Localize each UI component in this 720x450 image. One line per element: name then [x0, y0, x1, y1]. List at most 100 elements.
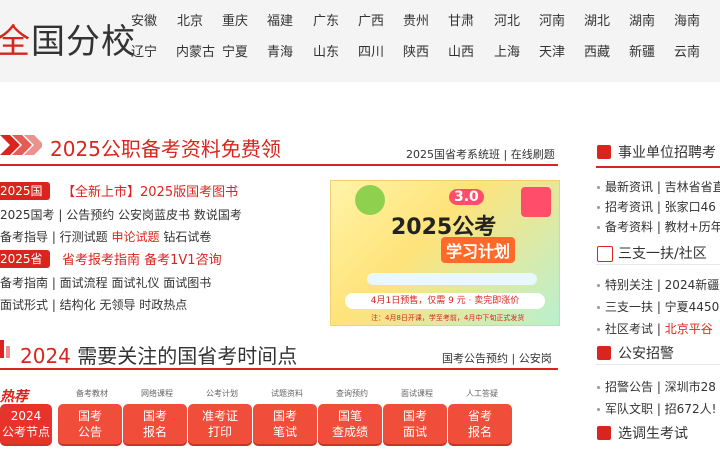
- section-marker-icon: [0, 340, 10, 358]
- bullet-icon: [597, 328, 600, 331]
- shengkao-headline[interactable]: 省考报考指南 备考1V1咨询: [62, 249, 222, 268]
- bullet-icon: [597, 284, 600, 287]
- right-head-community[interactable]: 三支一扶/社区: [618, 243, 707, 263]
- logo-text: 国分校: [31, 22, 136, 62]
- province-link[interactable]: 海南: [674, 10, 700, 29]
- province-link[interactable]: 湖北: [584, 10, 610, 29]
- right-head-graduate[interactable]: 选调生考试: [618, 423, 688, 443]
- guokao-line2-highlight[interactable]: 申论试题: [112, 230, 160, 244]
- hot-label: 热荐: [0, 389, 28, 405]
- guokao-line2-a: 备考指导 | 行测试题: [0, 230, 112, 244]
- right-row[interactable]: 最新资讯 | 吉林省省直: [597, 178, 720, 195]
- province-link[interactable]: 四川: [358, 41, 384, 60]
- banner-footnote: 注：4月8日开课，学至考前，4月中下旬正式发货: [371, 314, 525, 322]
- timeline-year: 2024: [20, 344, 71, 368]
- province-link[interactable]: 湖南: [629, 10, 655, 29]
- right-row[interactable]: 社区考试 | 北京平谷: [597, 320, 713, 337]
- shengkao-line1[interactable]: 备考指南 | 面试流程 面试礼仪 面试图书: [0, 274, 211, 291]
- banner-strip: [367, 273, 537, 285]
- section2-rule: [0, 368, 558, 370]
- hot-button-line1: 国考: [272, 409, 297, 423]
- province-link[interactable]: 辽宁: [131, 41, 157, 60]
- province-link[interactable]: 福建: [267, 10, 293, 29]
- province-link[interactable]: 宁夏: [222, 41, 248, 60]
- hot-button[interactable]: 省考 报名: [448, 404, 512, 444]
- province-link[interactable]: 陕西: [403, 41, 429, 60]
- section-arrows-icon: [0, 135, 42, 155]
- hot-button[interactable]: 国考 报名: [123, 404, 187, 444]
- hot-button[interactable]: 国笔 查成绩: [318, 404, 382, 444]
- right-row[interactable]: 军队文职 | 招672人!: [597, 400, 716, 417]
- province-link[interactable]: 河北: [494, 10, 520, 29]
- province-link[interactable]: 云南: [674, 41, 700, 60]
- section2-links[interactable]: 国考公告预约 | 公安岗: [442, 350, 552, 366]
- province-link[interactable]: 贵州: [403, 10, 429, 29]
- hot-button[interactable]: 国考 公告: [58, 404, 122, 444]
- section-title-timeline[interactable]: 2024 需要关注的国省考时间点: [20, 340, 297, 369]
- robot-icon: [355, 185, 385, 215]
- province-link[interactable]: 西藏: [584, 41, 610, 60]
- right-head-institution[interactable]: 事业单位招聘考: [618, 142, 716, 162]
- hot-button[interactable]: 国考 笔试: [253, 404, 317, 444]
- bullet-icon: [597, 386, 600, 389]
- right-head-police[interactable]: 公安招警: [618, 343, 674, 363]
- right-row[interactable]: 特别关注 | 2024新疆: [597, 276, 719, 293]
- province-link[interactable]: 河南: [539, 10, 565, 29]
- graduate-icon: [597, 426, 611, 440]
- province-link[interactable]: 广东: [313, 10, 339, 29]
- bullet-icon: [597, 226, 600, 229]
- province-link[interactable]: 上海: [494, 41, 520, 60]
- hot-button-line1: 国考: [402, 409, 427, 423]
- hot-caption: 公考计划: [206, 389, 238, 398]
- province-link[interactable]: 天津: [539, 41, 565, 60]
- guokao-headline[interactable]: 【全新上市】2025版国考图书: [62, 181, 238, 200]
- hot-button[interactable]: 准考证 打印: [188, 404, 252, 444]
- banner-pill: 4月1日预售，仅需 9 元 · 卖完即涨价: [345, 293, 545, 309]
- card-icon: [521, 187, 551, 217]
- section1-links[interactable]: 2025国省考系统班 | 在线刷题: [406, 146, 555, 162]
- hot-button[interactable]: 2024 公考节点: [0, 404, 52, 444]
- top-region-bar: 全国分校 安徽 北京 重庆 福建 广东 广西 贵州 甘肃 河北 河南 湖北 湖南 海南辽宁 内蒙古 宁夏 青海…: [0, 0, 720, 82]
- right-row[interactable]: 招警公告 | 深圳市28: [597, 378, 716, 395]
- right-row[interactable]: 招考资讯 | 张家口46: [597, 198, 716, 215]
- hot-button-line2: 查成绩: [331, 425, 368, 439]
- tag-guokao[interactable]: 2025国考: [0, 182, 50, 216]
- right-row-text: 招考资讯 | 张家口46: [605, 200, 716, 214]
- hot-caption: 面试课程: [401, 389, 433, 398]
- bullet-icon: [597, 408, 600, 411]
- guokao-line2[interactable]: 备考指导 | 行测试题 申论试题 钻石试卷: [0, 228, 211, 245]
- logo-red-char: 全: [0, 22, 31, 62]
- right-row-text: 军队文职 | 招672人!: [605, 402, 717, 416]
- province-link[interactable]: 安徽: [131, 10, 157, 29]
- hot-button-line1: 2024: [10, 409, 42, 423]
- community-icon: [597, 246, 613, 262]
- hot-caption: 查询预约: [336, 389, 368, 398]
- province-link[interactable]: 新疆: [629, 41, 655, 60]
- province-link[interactable]: 广西: [358, 10, 384, 29]
- shengkao-line2[interactable]: 面试形式 | 结构化 无领导 时政热点: [0, 296, 187, 313]
- province-link[interactable]: 内蒙古: [176, 41, 215, 60]
- right-row-text: 三支一扶 | 宁夏4450: [605, 300, 720, 314]
- study-plan-banner[interactable]: 3.0 2025公考 学习计划 4月1日预售，仅需 9 元 · 卖完即涨价 注：…: [330, 180, 560, 326]
- province-link[interactable]: 北京: [177, 10, 203, 29]
- hot-button-line2: 面试: [402, 425, 427, 439]
- site-logo[interactable]: 全国分校: [0, 14, 136, 63]
- province-link[interactable]: 重庆: [222, 10, 248, 29]
- right-row[interactable]: 备考资料 | 教材+历年: [597, 218, 720, 235]
- right-row[interactable]: 三支一扶 | 宁夏4450: [597, 298, 719, 315]
- bullet-icon: [597, 186, 600, 189]
- hot-caption: 人工答疑: [466, 389, 498, 398]
- timeline-text: 需要关注的国省考时间点: [77, 344, 298, 368]
- province-link[interactable]: 山东: [313, 41, 339, 60]
- section-title-materials[interactable]: 2025公职备考资料免费领: [50, 133, 281, 162]
- province-link[interactable]: 甘肃: [448, 10, 474, 29]
- hot-button-line2: 打印: [207, 425, 232, 439]
- guokao-line1[interactable]: 2025国考 | 公告预约 公安岗蓝皮书 数说国考: [0, 206, 242, 223]
- tag-shengkao[interactable]: 2025省考: [0, 250, 50, 284]
- right-rule-3: [596, 364, 720, 365]
- hot-button-line1: 国考: [77, 409, 102, 423]
- hot-button[interactable]: 国考 面试: [383, 404, 447, 444]
- province-link[interactable]: 青海: [267, 41, 293, 60]
- hot-caption: 试题资料: [271, 389, 303, 398]
- province-link[interactable]: 山西: [448, 41, 474, 60]
